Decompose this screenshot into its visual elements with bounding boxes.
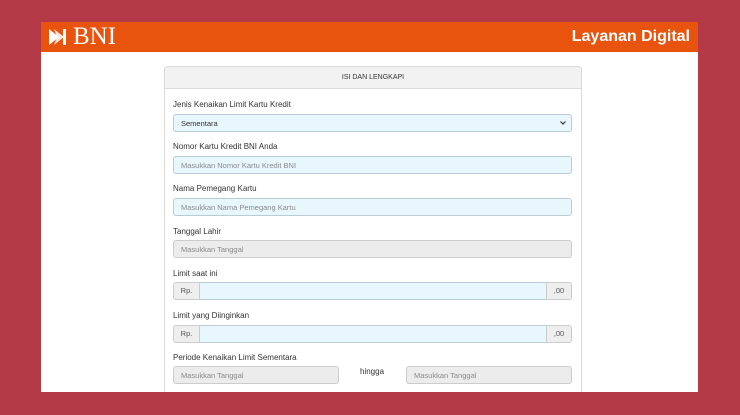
bni-logo[interactable]: BNI — [48, 23, 117, 50]
periode-end-input[interactable]: Masukkan Tanggal — [406, 366, 572, 384]
limit-saat-ini-label: Limit saat ini — [173, 269, 218, 278]
chevron-down-icon — [560, 121, 566, 125]
browser-content: BNI Layanan Digital ISI DAN LENGKAPI Jen… — [41, 22, 698, 392]
rupiah-prefix: Rp. — [173, 282, 200, 300]
nomor-label: Nomor Kartu Kredit BNI Anda — [173, 142, 278, 151]
jenis-select[interactable]: Sementara — [173, 114, 572, 132]
cents-suffix: ,00 — [546, 282, 572, 300]
hingga-text: hingga — [360, 367, 385, 376]
panel-title: ISI DAN LENGKAPI — [341, 74, 405, 81]
bni-logo-icon — [49, 29, 66, 45]
periode-start-input[interactable]: Masukkan Tanggal — [173, 366, 339, 384]
site-header: BNI Layanan Digital — [41, 22, 698, 52]
limit-saat-ini-group: Rp. ,00 — [173, 282, 572, 300]
cents-suffix: ,00 — [546, 325, 572, 343]
limit-diinginkan-input[interactable] — [200, 325, 546, 343]
tanggal-lahir-label: Tanggal Lahir — [173, 227, 222, 236]
jenis-selected-value: Sementara — [181, 119, 218, 128]
nama-pemegang-input[interactable]: Masukkan Nama Pemegang Kartu — [173, 198, 572, 216]
form-panel: ISI DAN LENGKAPI Jenis Kenaikan Limit Ka… — [164, 66, 582, 392]
tanggal-lahir-input[interactable]: Masukkan Tanggal — [173, 240, 572, 258]
limit-saat-ini-input[interactable] — [200, 282, 546, 300]
nama-label: Nama Pemegang Kartu — [173, 184, 257, 193]
limit-diinginkan-label: Limit yang Diinginkan — [173, 311, 250, 320]
nomor-kartu-input[interactable]: Masukkan Nomor Kartu Kredit BNI — [173, 156, 572, 174]
limit-diinginkan-group: Rp. ,00 — [173, 325, 572, 343]
panel-heading: ISI DAN LENGKAPI — [165, 67, 581, 89]
periode-label: Periode Kenaikan Limit Sementara — [173, 353, 297, 362]
logo-text: BNI — [73, 23, 117, 50]
jenis-label: Jenis Kenaikan Limit Kartu Kredit — [173, 100, 291, 109]
rupiah-prefix: Rp. — [173, 325, 200, 343]
service-title: Layanan Digital — [571, 28, 690, 45]
